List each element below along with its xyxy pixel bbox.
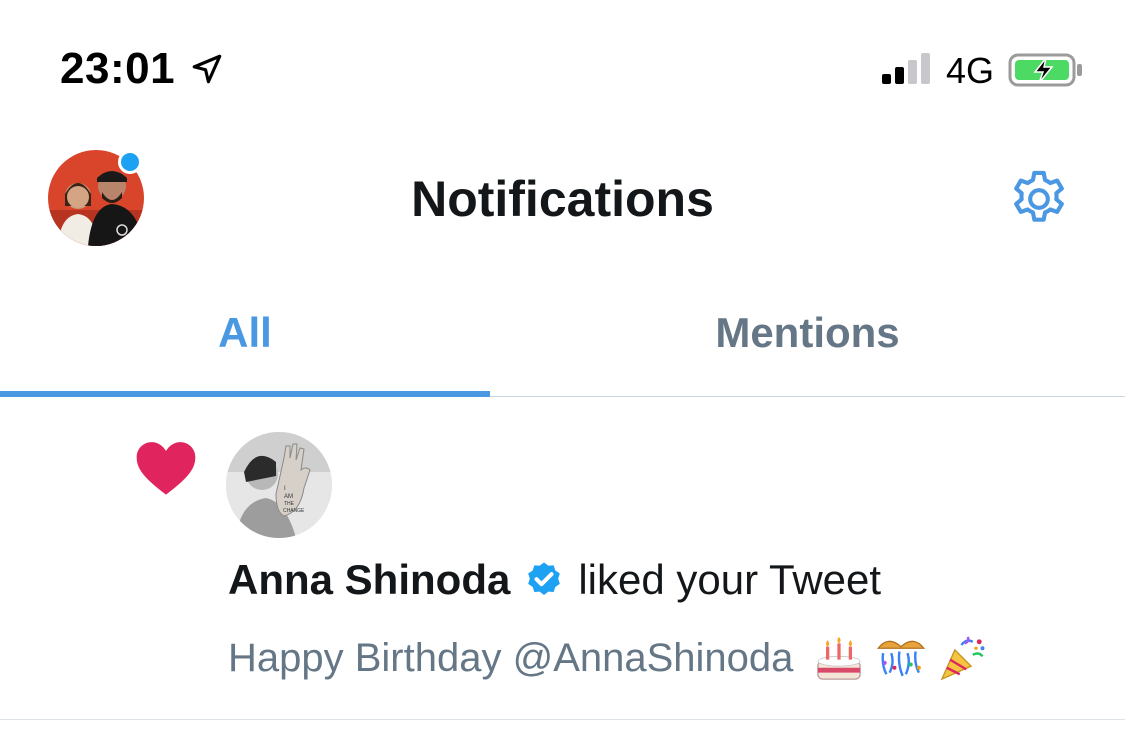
gear-icon[interactable] (1006, 166, 1072, 232)
confetti-ball-icon (877, 640, 926, 677)
header: Notifications (0, 130, 1125, 270)
birthday-cake-icon (817, 636, 862, 680)
tab-mentions[interactable]: Mentions (490, 270, 1125, 396)
tweet-text: Happy Birthday @AnnaShinoda (228, 635, 794, 680)
notification-item[interactable]: I AM THE CHANGE Anna Shinoda liked your … (0, 398, 1125, 720)
location-arrow-icon (192, 54, 222, 84)
svg-text:CHANGE: CHANGE (283, 508, 305, 514)
heart-icon (136, 442, 196, 495)
party-popper-icon (941, 636, 985, 681)
network-type: 4G (946, 50, 995, 91)
user-avatar[interactable]: I AM THE CHANGE (226, 432, 332, 538)
notification-tweet-preview: Happy Birthday @AnnaShinoda (228, 632, 989, 684)
battery-charging-icon (1008, 53, 1082, 87)
notification-summary: Anna Shinoda liked your Tweet (228, 556, 881, 604)
signal-bars-icon (882, 53, 930, 84)
status-bar: 23:01 4G (0, 0, 1125, 120)
verified-badge-icon (528, 562, 561, 595)
notification-action-text: liked your Tweet (578, 556, 882, 603)
notification-username[interactable]: Anna Shinoda (228, 556, 510, 604)
notification-tabs: All Mentions (0, 270, 1125, 397)
svg-text:THE: THE (284, 501, 295, 507)
active-tab-indicator (0, 391, 490, 397)
status-time: 23:01 (60, 44, 176, 93)
svg-text:AM: AM (284, 494, 293, 500)
tab-all[interactable]: All (0, 270, 490, 396)
page-title: Notifications (411, 171, 714, 227)
